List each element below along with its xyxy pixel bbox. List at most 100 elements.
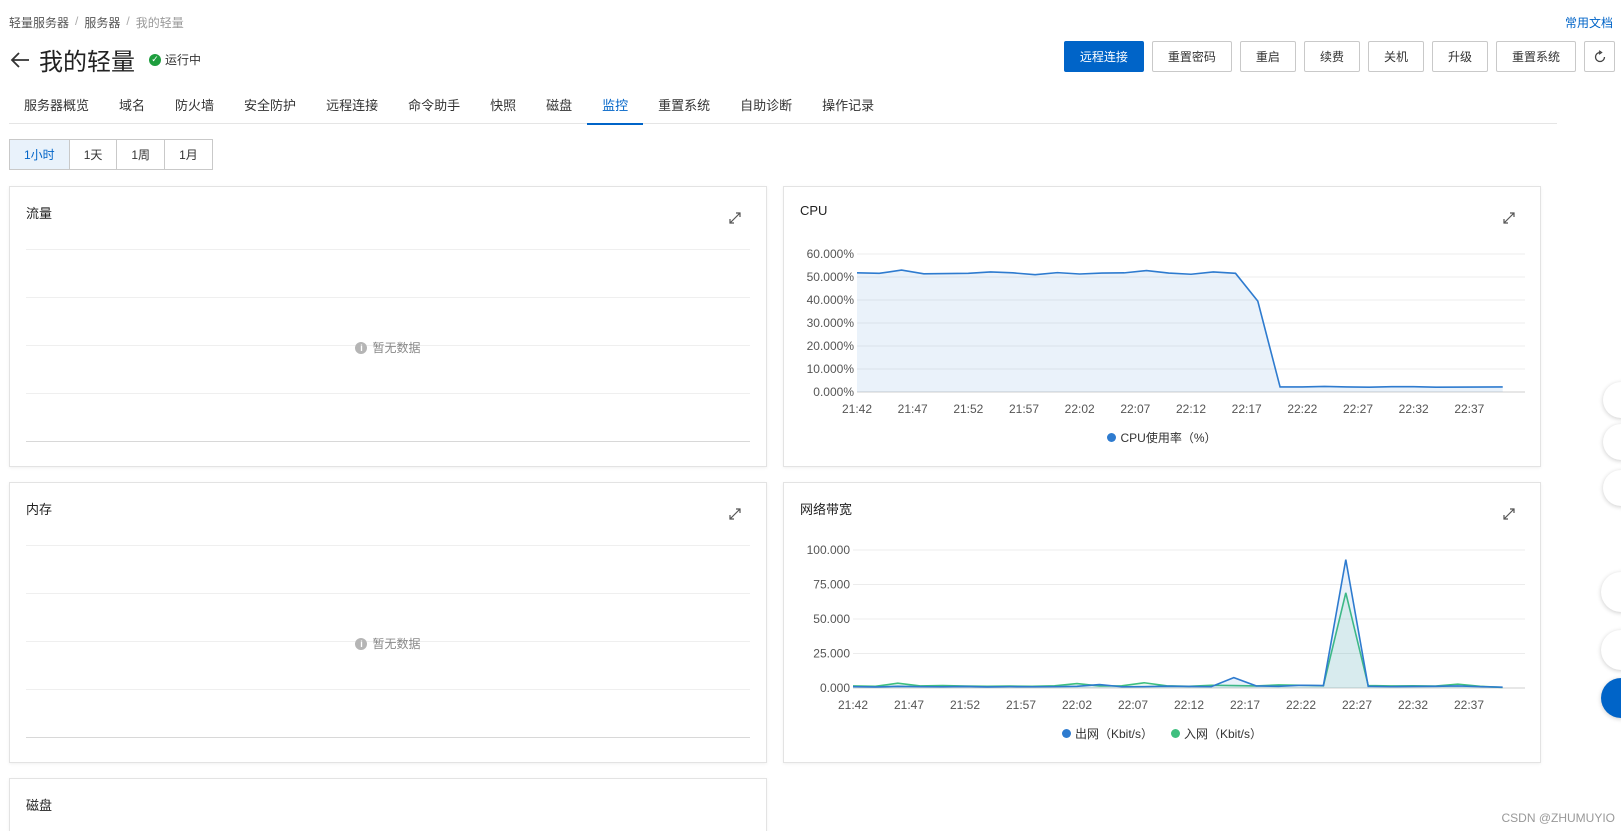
x-tick-label: 22:27 — [1343, 402, 1373, 416]
info-icon: i — [355, 341, 368, 354]
refresh-button[interactable] — [1584, 41, 1615, 72]
x-tick-label: 21:42 — [838, 698, 868, 712]
range-1-month[interactable]: 1月 — [164, 139, 213, 170]
grid-line — [26, 593, 750, 594]
y-tick-label: 0.000 — [820, 681, 850, 695]
restart-button[interactable]: 重启 — [1239, 41, 1296, 72]
tab-disk[interactable]: 磁盘 — [531, 92, 587, 124]
upgrade-button[interactable]: 升级 — [1431, 41, 1488, 72]
edit-feedback-button[interactable] — [1601, 572, 1621, 612]
x-tick-label: 21:52 — [953, 402, 983, 416]
expand-icon[interactable] — [728, 211, 742, 225]
legend-label: CPU使用率（%） — [1120, 431, 1217, 445]
chart-legend: 出网（Kbit/s） 入网（Kbit/s） — [784, 725, 1540, 742]
traffic-card: 流量 i 暂无数据 — [9, 186, 767, 467]
breadcrumb-item-servers[interactable]: 服务器 — [84, 14, 120, 31]
legend-item[interactable]: CPU使用率（%） — [1107, 429, 1217, 446]
x-tick-label: 22:02 — [1065, 402, 1095, 416]
floating-tool-button[interactable] — [1603, 470, 1621, 506]
y-tick-label: 40.000% — [807, 293, 855, 307]
tab-reset-system[interactable]: 重置系统 — [643, 92, 725, 124]
x-tick-label: 22:37 — [1454, 698, 1484, 712]
series-area — [857, 270, 1503, 392]
x-tick-label: 22:27 — [1342, 698, 1372, 712]
page-title: 我的轻量 — [39, 49, 135, 76]
page-header: 我的轻量 ✓ 运行中 — [9, 42, 201, 77]
floating-tool-button[interactable] — [1603, 424, 1621, 460]
watermark: CSDN @ZHUMUYIO — [1501, 811, 1615, 825]
legend-item[interactable]: 入网（Kbit/s） — [1171, 725, 1262, 742]
remote-connect-button[interactable]: 远程连接 — [1063, 41, 1144, 72]
y-tick-label: 60.000% — [807, 247, 855, 261]
x-tick-label: 22:17 — [1232, 402, 1262, 416]
x-tick-label: 21:47 — [898, 402, 928, 416]
tab-snapshot[interactable]: 快照 — [475, 92, 531, 124]
y-tick-label: 0.000% — [813, 385, 854, 399]
back-arrow-icon[interactable] — [9, 49, 31, 71]
range-1-week[interactable]: 1周 — [116, 139, 166, 170]
tab-monitoring[interactable]: 监控 — [587, 92, 644, 125]
empty-chart-grid: i 暂无数据 — [26, 545, 750, 738]
status-badge: ✓ 运行中 — [149, 51, 201, 68]
y-tick-label: 20.000% — [807, 339, 855, 353]
x-tick-label: 22:12 — [1176, 402, 1206, 416]
shutdown-button[interactable]: 关机 — [1367, 41, 1424, 72]
tab-command-helper[interactable]: 命令助手 — [393, 92, 475, 124]
x-tick-label: 22:07 — [1118, 698, 1148, 712]
y-tick-label: 100.000 — [807, 543, 851, 557]
refresh-icon — [1594, 49, 1605, 62]
chat-button[interactable] — [1601, 630, 1621, 670]
card-title: 磁盘 — [26, 798, 53, 813]
x-tick-label: 21:57 — [1006, 698, 1036, 712]
y-tick-label: 25.000 — [813, 647, 850, 661]
common-docs-link[interactable]: 常用文档 — [1565, 14, 1613, 31]
apps-button[interactable] — [1601, 678, 1621, 718]
breadcrumb-item-lighthouse[interactable]: 轻量服务器 — [9, 14, 69, 31]
tab-firewall[interactable]: 防火墙 — [160, 92, 229, 124]
check-circle-icon: ✓ — [149, 53, 161, 66]
x-tick-label: 22:02 — [1062, 698, 1092, 712]
grid-baseline — [26, 737, 750, 738]
x-tick-label: 21:52 — [950, 698, 980, 712]
renew-button[interactable]: 续费 — [1303, 41, 1360, 72]
reset-password-button[interactable]: 重置密码 — [1151, 41, 1232, 72]
card-title: 流量 — [26, 206, 53, 221]
x-tick-label: 22:12 — [1174, 698, 1204, 712]
x-tick-label: 21:47 — [894, 698, 924, 712]
grid-line — [26, 393, 750, 394]
grid-line — [26, 249, 750, 250]
series-area — [853, 592, 1503, 688]
legend-label: 入网（Kbit/s） — [1184, 727, 1263, 741]
tab-remote-connect[interactable]: 远程连接 — [311, 92, 393, 124]
memory-card: 内存 i 暂无数据 — [9, 482, 767, 763]
x-tick-label: 22:32 — [1398, 698, 1428, 712]
expand-icon[interactable] — [728, 507, 742, 521]
legend-dot — [1171, 729, 1180, 738]
chart-legend: CPU使用率（%） — [784, 429, 1540, 446]
y-tick-label: 50.000% — [807, 270, 855, 284]
tab-server-overview[interactable]: 服务器概览 — [9, 92, 104, 124]
tab-domain[interactable]: 域名 — [104, 92, 160, 124]
range-1-hour[interactable]: 1小时 — [9, 139, 70, 170]
breadcrumb-separator: / — [126, 14, 130, 28]
tab-self-diagnosis[interactable]: 自助诊断 — [725, 92, 807, 124]
reset-system-button[interactable]: 重置系统 — [1495, 41, 1576, 72]
x-tick-label: 21:42 — [842, 402, 872, 416]
bandwidth-card: 网络带宽 100.000 75.000 50.000 25.000 0.000 21:42… — [783, 482, 1541, 763]
card-title: 内存 — [26, 502, 53, 517]
legend-item[interactable]: 出网（Kbit/s） — [1061, 725, 1153, 742]
grid-baseline — [26, 441, 750, 442]
x-tick-label: 22:17 — [1230, 698, 1260, 712]
cpu-card: CPU 60.000% 50.000% 40.000% 30.000% 20.000% 1… — [783, 186, 1541, 467]
x-tick-label: 22:07 — [1120, 402, 1150, 416]
empty-chart-grid: i 暂无数据 — [26, 249, 750, 442]
tab-bar: 服务器概览 域名 防火墙 安全防护 远程连接 命令助手 快照 磁盘 监控 重置系… — [9, 92, 1557, 125]
x-tick-label: 22:37 — [1454, 402, 1484, 416]
floating-tool-button[interactable] — [1603, 382, 1621, 418]
legend-dot — [1107, 433, 1117, 442]
tab-operation-log[interactable]: 操作记录 — [807, 92, 889, 124]
range-1-day[interactable]: 1天 — [68, 139, 118, 170]
y-tick-label: 75.000 — [813, 578, 850, 592]
tab-security[interactable]: 安全防护 — [229, 92, 311, 124]
x-tick-label: 21:57 — [1009, 402, 1039, 416]
